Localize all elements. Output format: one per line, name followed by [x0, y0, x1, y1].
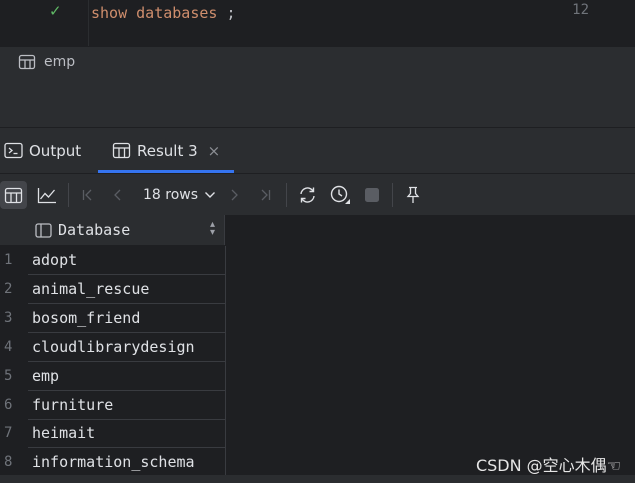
- code-line[interactable]: show databases ;: [91, 4, 236, 22]
- column-header-label: Database: [58, 221, 131, 239]
- horizontal-scrollbar[interactable]: [0, 475, 635, 483]
- table-row[interactable]: 3 bosom_friend: [0, 304, 227, 333]
- table-cell[interactable]: animal_rescue: [28, 275, 226, 304]
- first-page-button[interactable]: [78, 181, 98, 209]
- reload-icon: [299, 187, 315, 203]
- last-page-button[interactable]: [255, 181, 275, 209]
- table-cell[interactable]: bosom_friend: [28, 304, 226, 333]
- history-button[interactable]: [328, 181, 352, 209]
- table-row[interactable]: 6 furniture: [0, 391, 227, 420]
- reload-button[interactable]: [296, 181, 318, 209]
- column-icon: [35, 222, 52, 238]
- rows-selector[interactable]: 18 rows: [143, 181, 216, 209]
- result-toolbar: 18 rows: [0, 173, 635, 215]
- pin-icon: [406, 186, 420, 203]
- table-view-icon: [4, 187, 23, 203]
- tab-result[interactable]: Result 3 ×: [97, 128, 235, 173]
- row-number: 7: [4, 425, 13, 441]
- row-number: 2: [4, 281, 13, 297]
- table-row[interactable]: 7 heimait: [0, 419, 227, 448]
- sql-terminator: ;: [217, 4, 236, 22]
- row-number: 1: [4, 252, 13, 268]
- row-number: 4: [4, 339, 13, 355]
- table-view-button[interactable]: [0, 181, 27, 209]
- first-page-icon: [82, 189, 92, 201]
- table-row[interactable]: 5 emp: [0, 362, 227, 391]
- table-cell[interactable]: cloudlibrarydesign: [28, 333, 226, 362]
- prev-page-icon: [114, 189, 121, 201]
- table-row[interactable]: 8 information_schema: [0, 448, 227, 477]
- table-row[interactable]: 2 animal_rescue: [0, 275, 227, 304]
- empty-panel-area: [0, 77, 635, 128]
- row-number: 3: [4, 310, 13, 326]
- rows-count-label: 18 rows: [143, 187, 199, 203]
- gutter-divider: [88, 0, 89, 46]
- toolbar-separator: [68, 183, 69, 207]
- console-icon: [4, 142, 23, 159]
- chart-view-icon: [37, 187, 56, 203]
- check-icon: ✓: [49, 2, 62, 20]
- table-cell[interactable]: emp: [28, 362, 226, 391]
- tool-window-tabs: Output Result 3 ×: [0, 128, 635, 173]
- table-cell[interactable]: furniture: [28, 391, 226, 420]
- result-grid[interactable]: Database ▴ ▾ 1 adopt 2 animal_rescue 3 bo…: [0, 215, 635, 477]
- tab-result-label: Result 3: [137, 141, 198, 160]
- row-number: 6: [4, 397, 13, 413]
- table-row[interactable]: 1 adopt: [0, 246, 227, 275]
- toolbar-separator: [392, 183, 393, 207]
- row-number-header: [0, 215, 28, 245]
- grid-header: Database ▴ ▾: [0, 215, 635, 245]
- row-number: 5: [4, 368, 13, 384]
- pin-button[interactable]: [402, 181, 424, 209]
- tab-output[interactable]: Output: [4, 128, 81, 173]
- chevron-down-icon: [205, 192, 216, 198]
- last-page-icon: [261, 189, 271, 201]
- prev-page-button[interactable]: [108, 181, 128, 209]
- sql-keyword: show databases: [91, 4, 218, 22]
- next-page-button[interactable]: [224, 181, 244, 209]
- table-icon: [112, 142, 131, 159]
- stop-button[interactable]: [362, 181, 382, 209]
- tab-output-label: Output: [29, 141, 82, 160]
- table-icon: [18, 54, 36, 70]
- close-icon[interactable]: ×: [208, 142, 221, 160]
- table-cell[interactable]: information_schema: [28, 448, 226, 477]
- line-number: 12: [572, 2, 589, 18]
- chart-view-button[interactable]: [34, 181, 60, 209]
- toolbar-separator: [286, 183, 287, 207]
- watermark: CSDN @空心木偶☜: [475, 456, 621, 475]
- breadcrumb-label[interactable]: emp: [44, 54, 75, 70]
- table-cell[interactable]: adopt: [28, 246, 226, 275]
- breadcrumb: emp: [0, 46, 635, 77]
- sql-editor[interactable]: 12 ✓ show databases ;: [0, 0, 635, 46]
- table-cell[interactable]: heimait: [28, 419, 226, 448]
- column-header-database[interactable]: Database ▴ ▾: [28, 215, 225, 245]
- table-row[interactable]: 4 cloudlibrarydesign: [0, 333, 227, 362]
- history-icon: [330, 185, 350, 204]
- row-number: 8: [4, 454, 13, 470]
- stop-icon: [365, 188, 379, 202]
- sort-icon[interactable]: ▴ ▾: [210, 220, 215, 238]
- next-page-icon: [231, 189, 238, 201]
